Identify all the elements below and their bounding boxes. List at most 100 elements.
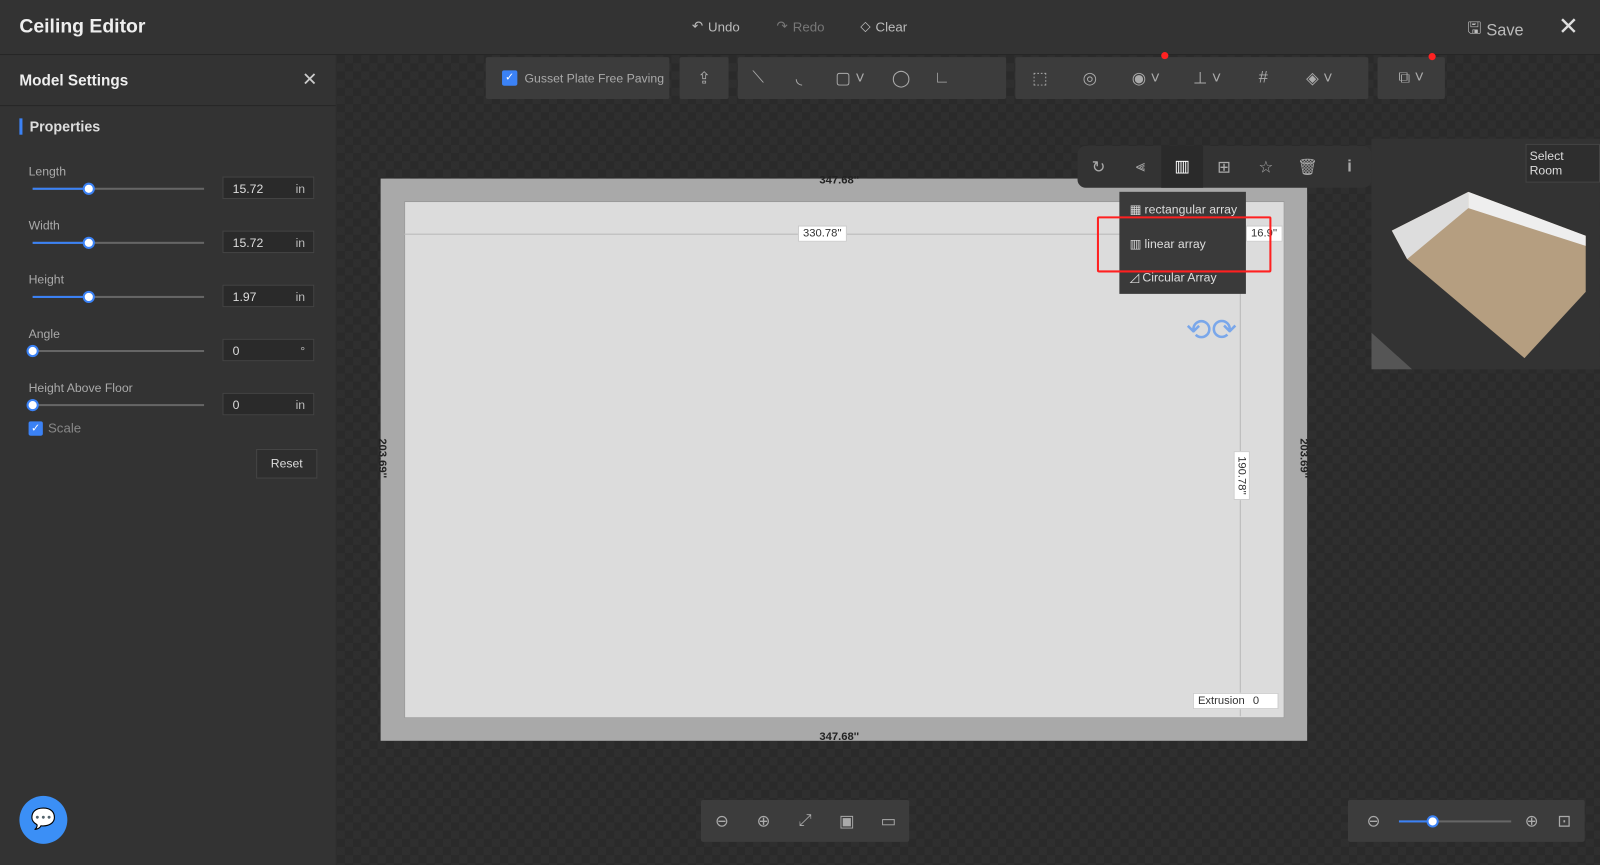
clear-button[interactable]: ◇ Clear (860, 18, 907, 34)
mirror-icon[interactable]: ⫷ (1119, 158, 1161, 176)
undo-button[interactable]: ↶ Undo (692, 18, 740, 34)
menu-item-rectangular-array[interactable]: ▦ rectangular array (1130, 202, 1238, 216)
field-label: Width (28, 218, 60, 233)
menu-item-circular-array[interactable]: ◿ Circular Array (1130, 270, 1217, 284)
field-value: 0 (232, 343, 240, 359)
right-dimension: 203.69'' (1297, 438, 1310, 479)
field-input[interactable]: 0 in (222, 392, 315, 416)
comment-icon[interactable]: ▭ (868, 811, 909, 831)
extrusion-value[interactable]: 0 (1253, 695, 1273, 707)
field-label: Angle (28, 326, 60, 341)
field-value: 15.72 (232, 181, 264, 196)
save-button[interactable]: 🖫 Save (1467, 17, 1523, 45)
field-value: 0 (232, 397, 240, 413)
upload-button[interactable]: ⇪ (679, 57, 729, 99)
field-label: Length (28, 164, 67, 179)
duplicate-icon[interactable]: ⊞ (1203, 157, 1245, 177)
top-dimension: 347.68'' (819, 174, 860, 187)
zoom-out-icon[interactable]: ⊖ (701, 811, 742, 831)
favorite-icon[interactable]: ☆ (1245, 157, 1287, 177)
chat-icon[interactable]: 💬 (19, 795, 68, 844)
model-settings-panel: Model Settings ✕ Properties Length 15.72… (0, 55, 336, 865)
frame-icon[interactable]: ⬚ (1015, 68, 1064, 88)
field-slider[interactable] (32, 290, 205, 304)
field-slider[interactable] (26, 398, 205, 412)
field-input[interactable]: 15.72 in (222, 230, 315, 254)
zoom-in-icon[interactable]: ⊕ (743, 811, 784, 831)
field-value: 1.97 (232, 289, 257, 305)
save-icon: 🖫 (1467, 20, 1482, 38)
extrusion-field[interactable]: Extrusion 0 (1192, 692, 1279, 710)
zoom-in-icon[interactable]: ⊕ (1511, 811, 1552, 831)
gusset-label: Gusset Plate Free Paving (524, 70, 665, 86)
rectangle-tool-icon[interactable]: ▢ ˅ (819, 68, 880, 88)
arc-tool-icon[interactable]: ◟ (779, 68, 820, 88)
notification-dot (1161, 51, 1169, 59)
field-unit: in (295, 235, 306, 250)
select-room-button[interactable]: Select Room (1525, 143, 1600, 183)
field-unit: in (295, 181, 306, 196)
zoom-fit-icon[interactable]: ⊡ (1552, 811, 1576, 831)
info-icon[interactable]: i (1329, 158, 1371, 176)
properties-heading: Properties (19, 118, 100, 135)
fit-screen-icon[interactable]: ⤢ (785, 812, 826, 830)
upload-icon: ⇪ (697, 69, 711, 88)
highlight-box (1096, 216, 1272, 273)
top-bar: Ceiling Editor ↶ Undo ↷ Redo ◇ Clear 🖫 Save … (0, 0, 1600, 56)
clear-label: Clear (875, 18, 908, 35)
menu-item-label: Circular Array (1142, 270, 1217, 285)
redo-label: Redo (792, 18, 825, 35)
field-unit: in (295, 289, 306, 305)
presentation-icon[interactable]: ▣ (826, 811, 867, 831)
scale-label: Scale (47, 420, 82, 436)
material-icon[interactable]: ◈ ˅ (1289, 68, 1350, 88)
align-icon[interactable]: ⊥ ˅ (1177, 68, 1238, 88)
reset-button[interactable]: Reset (256, 448, 318, 479)
rotate-icon[interactable]: ↻ (1078, 157, 1120, 177)
field-input[interactable]: 15.72 in (222, 176, 315, 199)
zoom-slider[interactable] (1398, 814, 1512, 828)
field-input[interactable]: 0 ° (222, 338, 315, 362)
checkbox-icon: ✓ (28, 420, 43, 436)
zoom-control: ⊖ ⊕ ⊡ (1347, 799, 1585, 842)
array-icon[interactable]: ▥ (1161, 145, 1204, 188)
zoom-out-icon[interactable]: ⊖ (1348, 811, 1399, 831)
undo-icon: ↶ (691, 18, 703, 34)
save-label: Save (1486, 21, 1524, 40)
field-input[interactable]: 1.97 in (222, 284, 315, 308)
measure-icon[interactable]: ◎ (1064, 68, 1115, 88)
rotate-handle-icon[interactable]: ⟲⟳ (1186, 312, 1237, 348)
redo-icon: ↷ (776, 18, 788, 34)
line-tool-icon[interactable]: ⟍ (738, 69, 779, 87)
undo-label: Undo (708, 18, 740, 35)
scale-checkbox[interactable]: ✓ Scale (28, 420, 82, 436)
circle-tool-icon[interactable]: ◯ (881, 68, 922, 88)
close-icon[interactable]: ✕ (1558, 12, 1579, 42)
menu-item-label: rectangular array (1144, 202, 1238, 217)
eye-icon[interactable]: ◉ ˅ (1115, 51, 1176, 88)
notification-dot (1428, 52, 1436, 60)
inner-height-label[interactable]: 190.78'' (1233, 451, 1250, 500)
object-toolbar: ↻ ⫷ ▥ ⊞ ☆ 🗑 i (1077, 145, 1372, 188)
grid-icon[interactable]: # (1238, 69, 1289, 87)
view-tools: ⬚ ◎ ◉ ˅ ⊥ ˅ # ◈ ˅ (1015, 51, 1369, 99)
checkbox-icon: ✓ (502, 70, 518, 86)
inner-width-label[interactable]: 330.78'' (797, 225, 847, 242)
close-panel-icon[interactable]: ✕ (302, 69, 317, 90)
eraser-icon: ◇ (860, 18, 871, 34)
delete-icon[interactable]: 🗑 (1287, 157, 1329, 177)
corner-tool-icon[interactable]: ∟ (921, 69, 962, 87)
field-slider[interactable] (26, 344, 205, 358)
gusset-plate-toggle[interactable]: ✓ Gusset Plate Free Paving (485, 57, 670, 99)
layers-button[interactable]: ⧉ ˅ (1377, 52, 1445, 99)
3d-preview[interactable]: Select Room (1371, 138, 1600, 370)
view-controls: ⊖ ⊕ ⤢ ▣ ▭ (701, 799, 910, 842)
field-label: Height (28, 272, 64, 287)
draw-tools: ⟍ ◟ ▢ ˅ ◯ ∟ (737, 57, 1007, 99)
panel-title: Model Settings (19, 72, 129, 90)
field-label: Height Above Floor (28, 380, 133, 395)
redo-button[interactable]: ↷ Redo (777, 18, 825, 34)
field-slider[interactable] (32, 236, 205, 249)
field-slider[interactable] (32, 182, 205, 195)
field-unit: ° (300, 343, 306, 359)
